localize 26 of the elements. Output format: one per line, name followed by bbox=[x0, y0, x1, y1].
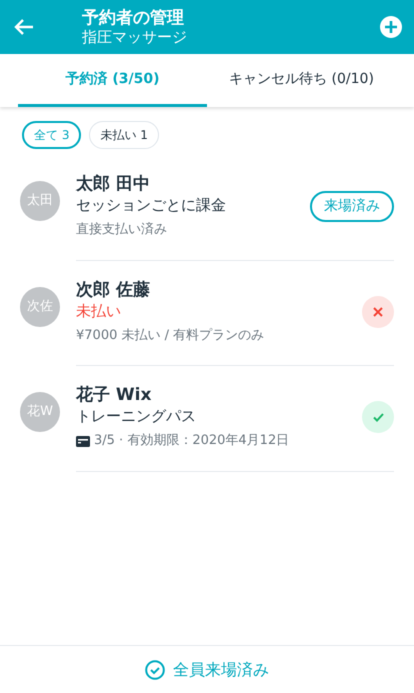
check-button[interactable] bbox=[362, 401, 394, 434]
avatar: 花W bbox=[20, 392, 60, 432]
customer-name: 次郎 佐藤 bbox=[76, 278, 151, 301]
avatar: 太田 bbox=[20, 181, 60, 221]
check-circle-icon bbox=[145, 660, 165, 680]
add-icon[interactable] bbox=[380, 16, 402, 38]
cancel-button[interactable] bbox=[362, 296, 394, 328]
payment-detail: 3/5 · 有効期限：2020年4月12日 bbox=[94, 432, 290, 450]
customer-name: 太郎 田中 bbox=[76, 173, 151, 196]
payment-status: 未払い bbox=[76, 300, 122, 322]
page-title: 予約者の管理 bbox=[82, 8, 185, 28]
page-subtitle: 指圧マッサージ bbox=[82, 28, 188, 46]
tab[interactable]: 予約済 (3/50) bbox=[18, 54, 207, 107]
tab[interactable]: キャンセル待ち (0/10) bbox=[207, 54, 396, 107]
customer-name: 花子 Wix bbox=[76, 384, 152, 406]
check-icon bbox=[372, 412, 384, 422]
payment-detail: 直接支払い済み bbox=[76, 221, 167, 240]
avatar: 次佐 bbox=[20, 286, 60, 327]
payment-status: セッションごとに課金 bbox=[76, 195, 227, 216]
back-icon[interactable] bbox=[14, 18, 34, 36]
filter-chip[interactable]: 全て 3 bbox=[22, 121, 82, 149]
attended-button[interactable]: 来場済み bbox=[310, 190, 394, 222]
close-icon bbox=[373, 306, 383, 317]
filter-chip[interactable]: 未払い 1 bbox=[89, 121, 159, 149]
payment-detail: ¥7000 未払い / 有料プランのみ bbox=[76, 326, 264, 345]
payment-status: トレーニングパス bbox=[76, 406, 197, 428]
